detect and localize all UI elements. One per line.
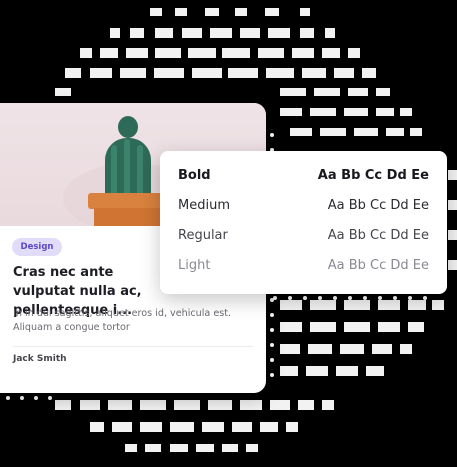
type-sample: Aa Bb Cc Dd Ee [327,228,429,243]
type-sample: Aa Bb Cc Dd Ee [327,198,429,213]
weight-label: Medium [178,198,230,213]
weight-label: Regular [178,228,228,243]
weight-label: Light [178,258,211,273]
type-row-regular: Regular Aa Bb Cc Dd Ee [178,228,429,252]
post-description: In in dui sagittis, aliquet eros id, veh… [13,308,232,333]
author-name: Jack Smith [13,354,67,364]
type-row-light: Light Aa Bb Cc Dd Ee [178,258,429,282]
type-sample: Aa Bb Cc Dd Ee [317,168,429,183]
type-row-bold: Bold Aa Bb Cc Dd Ee [178,168,429,192]
card-divider [13,346,253,347]
category-tag[interactable]: Design [12,238,62,256]
type-row-medium: Medium Aa Bb Cc Dd Ee [178,198,429,222]
type-sample: Aa Bb Cc Dd Ee [327,258,429,273]
weight-label: Bold [178,168,211,183]
typography-weights-card: Bold Aa Bb Cc Dd Ee Medium Aa Bb Cc Dd E… [160,151,447,294]
